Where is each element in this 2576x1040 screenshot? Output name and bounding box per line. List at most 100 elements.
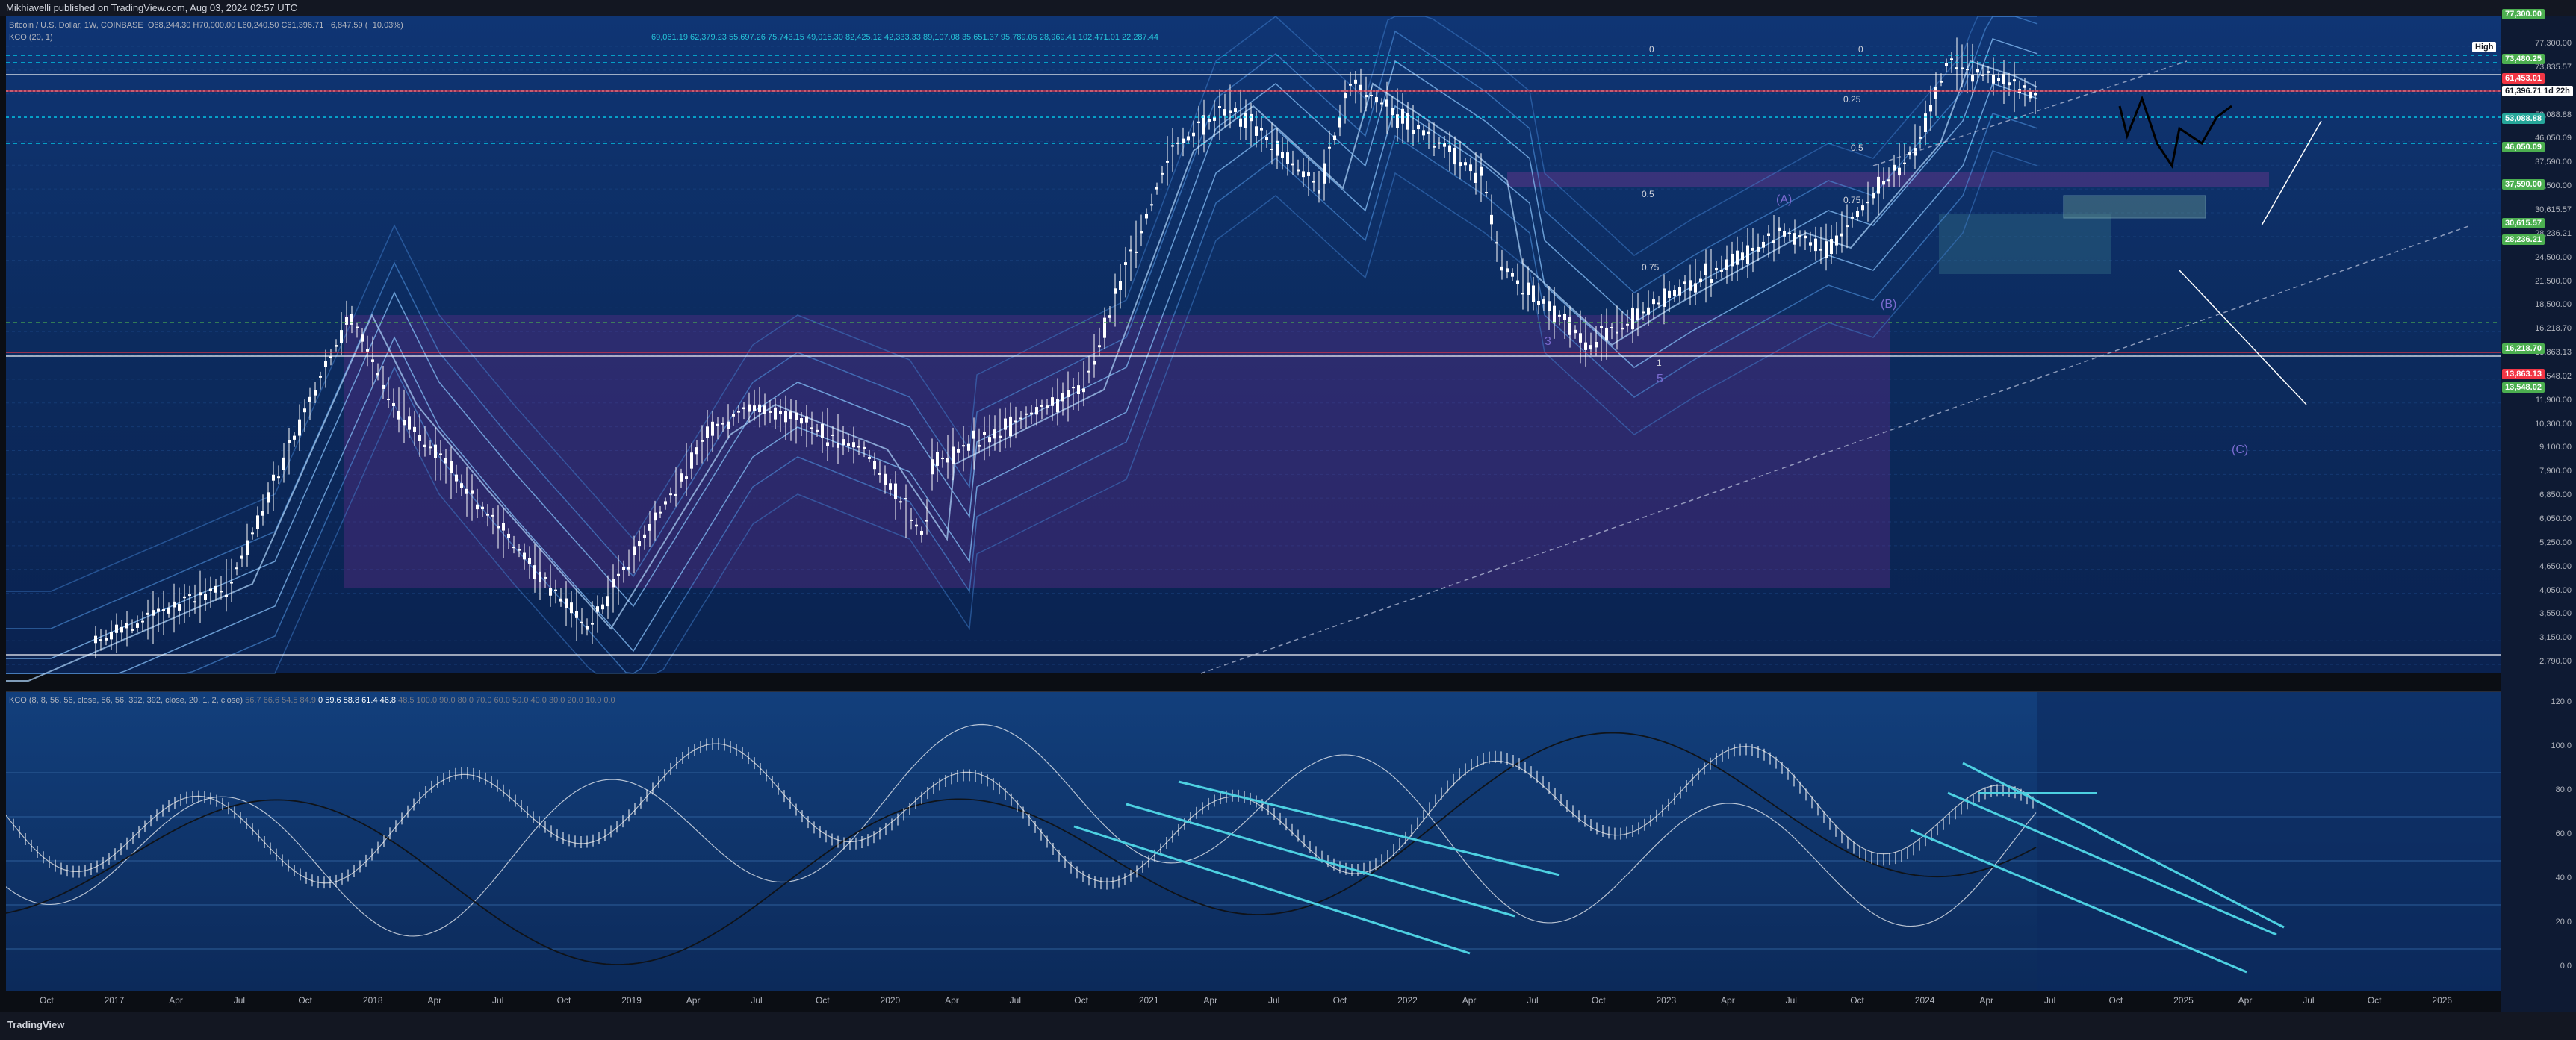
- indicator1-legend[interactable]: KCO (20, 1) 69,061.19 62,379.23 55,697.2…: [9, 33, 1158, 42]
- candle-body: [1150, 204, 1153, 206]
- price-badge: 53,088.88: [2502, 113, 2545, 124]
- time-tick-label: Apr: [427, 995, 442, 1006]
- candle-body: [1009, 416, 1012, 437]
- candle-body: [1746, 245, 1749, 264]
- candle-body: [1657, 302, 1660, 305]
- time-tick-label: Apr: [686, 995, 701, 1006]
- oscillator-value: 66.6: [261, 696, 280, 705]
- candle-body: [784, 411, 787, 423]
- chart-area[interactable]: 0 0 0.25 0.5 0.5 0.75 0.75 1 (A) (B) (C) 3 5: [6, 16, 2501, 1012]
- candle-body: [863, 446, 866, 449]
- candle-body: [1338, 116, 1341, 128]
- candle-body: [1955, 67, 1958, 69]
- price-badge: 73,480.25: [2502, 54, 2545, 64]
- fib-level-label: 0.25: [1843, 94, 1861, 105]
- oscillator-value: 54.5: [279, 696, 298, 705]
- time-tick-label: Apr: [1721, 995, 1735, 1006]
- time-tick-label: Oct: [1591, 995, 1606, 1006]
- candle-body: [152, 610, 155, 616]
- symbol-legend[interactable]: Bitcoin / U.S. Dollar, 1W, COINBASE O68,…: [9, 21, 403, 30]
- candle-body: [1359, 84, 1362, 91]
- oscillator-value: 20.0: [565, 696, 583, 705]
- candle-body: [732, 414, 735, 417]
- time-tick-label: 2024: [1914, 995, 1935, 1006]
- price-chart-svg[interactable]: 0 0 0.25 0.5 0.5 0.75 0.75 1 (A) (B) (C) 3 5: [6, 16, 2501, 1012]
- candle-body: [1997, 78, 2000, 81]
- candle-body: [1516, 280, 1519, 284]
- time-tick-label: 2021: [1138, 995, 1159, 1006]
- candle-body: [826, 442, 829, 446]
- candle-body: [1814, 238, 1817, 252]
- candle-body: [1783, 231, 1786, 237]
- oscillator-values: 56.7 66.6 54.5 84.9 0 59.6 58.8 61.4 46.…: [245, 696, 615, 705]
- time-tick-label: 2026: [2432, 995, 2453, 1006]
- candle-body: [1030, 412, 1033, 415]
- candle-body: [188, 594, 191, 597]
- candle-body: [1422, 130, 1425, 136]
- candle-body: [502, 523, 505, 531]
- oscillator-legend[interactable]: KCO (8, 8, 56, 56, close, 56, 56, 392, 3…: [9, 696, 615, 705]
- tradingview-logo: TradingView: [7, 1019, 65, 1030]
- candle-body: [952, 446, 955, 464]
- candle-body: [1244, 113, 1247, 128]
- candle-body: [920, 531, 923, 535]
- candle-body: [204, 593, 207, 600]
- candle-body: [931, 459, 934, 475]
- price-tick-label: 18,500.00: [2535, 300, 2572, 310]
- candle-body: [1417, 125, 1420, 130]
- candle-body: [664, 501, 667, 505]
- candle-body: [873, 461, 876, 470]
- candle-body: [387, 399, 390, 401]
- price-tick-label: 2,790.00: [2539, 657, 2572, 667]
- candle-body: [648, 523, 651, 531]
- candle-body: [638, 541, 641, 547]
- candle-body: [1229, 110, 1232, 113]
- candle-body: [1365, 95, 1368, 98]
- candle-body: [1961, 67, 1964, 69]
- candle-body: [1720, 270, 1723, 272]
- candle-body: [753, 405, 756, 411]
- candle-body: [361, 334, 364, 342]
- candle-body: [1072, 387, 1075, 389]
- candle-body: [1527, 282, 1530, 296]
- pane-separator[interactable]: [6, 691, 2501, 692]
- candle-body: [999, 435, 1002, 438]
- candle-body: [1469, 164, 1472, 172]
- candle-body: [884, 473, 887, 485]
- candle-body: [1396, 114, 1399, 128]
- candle-body: [1155, 187, 1158, 190]
- candle-body: [1929, 105, 1932, 112]
- candle-body: [1108, 315, 1111, 318]
- candle-body: [617, 573, 620, 576]
- price-tick-label: 4,650.00: [2539, 561, 2572, 571]
- candle-body: [601, 604, 604, 610]
- candle-body: [1887, 179, 1890, 182]
- candle-body: [1548, 301, 1551, 311]
- candle-body: [157, 608, 160, 612]
- candle-body: [842, 439, 845, 446]
- price-axis[interactable]: 77,300.0073,835.5761,396.7153,088.8846,0…: [2501, 16, 2576, 1012]
- candle-body: [1950, 58, 1953, 60]
- oscillator-value: 70.0: [474, 696, 492, 705]
- publisher-text: Mikhiavelli published on TradingView.com…: [6, 2, 297, 13]
- candle-body: [105, 638, 108, 641]
- candle-body: [1260, 128, 1263, 131]
- candle-body: [1406, 113, 1409, 130]
- candle-body: [1574, 329, 1577, 334]
- time-tick-label: 2025: [2173, 995, 2194, 1006]
- candle-body: [439, 453, 442, 455]
- candle-body: [1804, 235, 1807, 239]
- candle-body: [141, 620, 144, 623]
- candle-body: [1945, 63, 1948, 66]
- candle-body: [209, 588, 212, 592]
- candle-body: [925, 520, 928, 522]
- candle-body: [1856, 211, 1859, 217]
- candle-body: [512, 547, 515, 549]
- candle-body: [94, 635, 97, 644]
- price-badge: 37,590.00: [2502, 179, 2545, 190]
- candle-body: [1882, 181, 1885, 185]
- fib-level-label: 0.5: [1642, 189, 1654, 199]
- time-tick-label: Oct: [1332, 995, 1347, 1006]
- candle-body: [1312, 181, 1315, 183]
- time-axis[interactable]: Oct 2017 Apr Jul Oct 2018 Apr Jul Oct 2019 Apr Jul O…: [6, 989, 2501, 1012]
